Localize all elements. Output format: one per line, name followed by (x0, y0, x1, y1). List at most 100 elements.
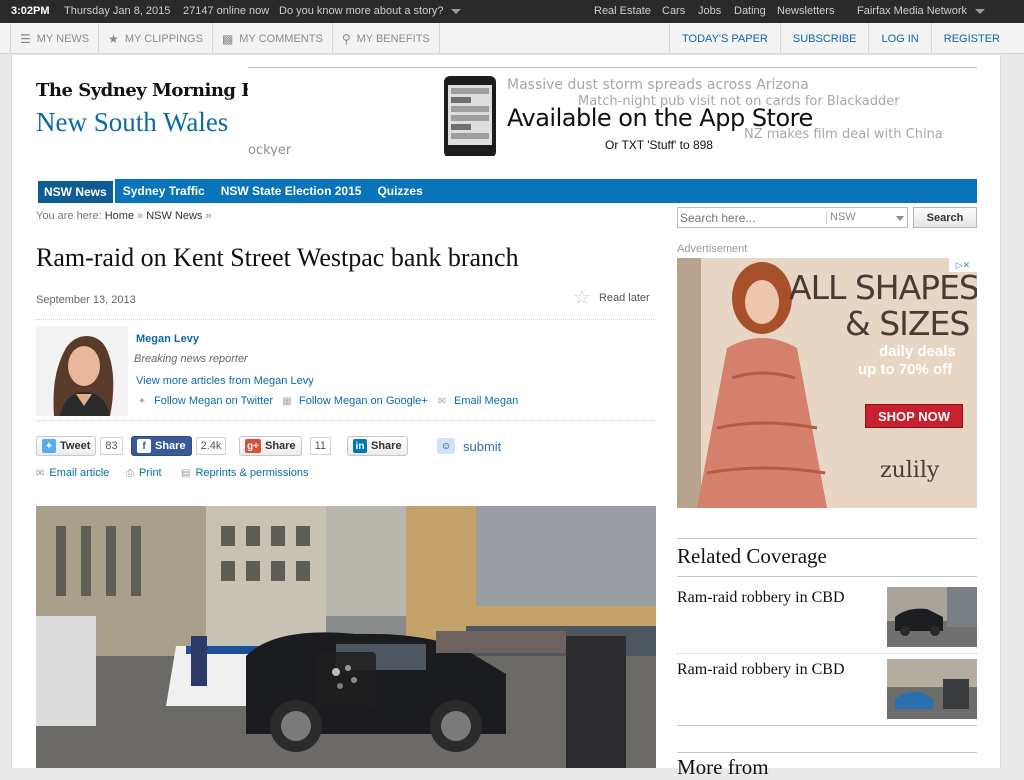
breadcrumb: You are here: Home» NSW News» (36, 210, 212, 222)
linkedin-icon: in (353, 439, 367, 453)
banner-ghost-text: ockyer (248, 143, 292, 156)
print-link[interactable]: ⎙ Print (126, 467, 162, 479)
linkedin-share: in Share (347, 436, 408, 456)
region-select[interactable]: NSW (830, 211, 856, 223)
divider (677, 725, 977, 726)
link-newsletters[interactable]: Newsletters (777, 5, 834, 17)
google-plus-count: 11 (309, 437, 331, 455)
facebook-share: f Share 2.4k (131, 436, 227, 456)
facebook-count: 2.4k (195, 437, 227, 455)
google-plus-icon: g+ (245, 439, 261, 453)
link-real-estate[interactable]: Real Estate (594, 5, 651, 17)
divider (36, 420, 656, 421)
ad-headline: ALL SHAPES (789, 268, 977, 307)
tab-nsw-state-election[interactable]: NSW State Election 2015 (213, 179, 370, 203)
link-jobs[interactable]: Jobs (698, 5, 721, 17)
facebook-share-button[interactable]: f Share (131, 436, 192, 456)
trophy-icon: ⚲ (341, 31, 351, 46)
nav-my-news[interactable]: ☰ MY NEWS (10, 23, 100, 54)
divider (36, 319, 656, 320)
print-icon: ⎙ (126, 467, 134, 479)
star-icon: ★ (108, 31, 119, 46)
related-coverage-title: Related Coverage (677, 544, 827, 568)
advertisement-label: Advertisement (677, 243, 748, 255)
twitter-icon: ✦ (42, 439, 56, 453)
reddit-submit[interactable]: ☺ submit (437, 436, 501, 456)
tab-quizzes[interactable]: Quizzes (369, 179, 430, 203)
shop-now-button[interactable]: SHOP NOW (865, 404, 963, 428)
google-plus-share: g+ Share 11 (239, 436, 331, 456)
follow-twitter-link[interactable]: ✦ Follow Megan on Twitter (136, 395, 273, 407)
search-box: NSW (677, 207, 908, 228)
top-bar: 3:02PM Thursday Jan 8, 2015 27147 online… (0, 0, 1024, 23)
tab-sydney-traffic[interactable]: Sydney Traffic (115, 179, 213, 203)
user-nav: ☰ MY NEWS ★ MY CLIPPINGS ▩ MY COMMENTS ⚲ MY … (0, 23, 1024, 54)
chevron-down-icon (975, 8, 986, 14)
chevron-down-icon[interactable] (896, 216, 904, 221)
tab-nsw-news[interactable]: NSW News (36, 179, 115, 203)
page-content: The Sydney Morning Herald New South Wale… (11, 55, 1001, 779)
nav-my-clippings[interactable]: ★ MY CLIPPINGS (99, 23, 213, 54)
zulily-ad[interactable]: ▷✕ ALL SHAPES & SIZES daily deals up to … (677, 258, 977, 508)
list-icon: ☰ (20, 31, 31, 46)
tweet-button[interactable]: ✦ Tweet (36, 436, 97, 456)
date: Thursday Jan 8, 2015 (64, 5, 171, 17)
google-plus-icon: ▦ (282, 395, 292, 407)
author-photo (36, 326, 128, 416)
ad-subline: up to 70% off (858, 361, 953, 378)
divider (677, 576, 977, 577)
google-plus-share-button[interactable]: g+ Share (239, 436, 302, 456)
search-input[interactable] (680, 210, 822, 225)
nav-my-benefits[interactable]: ⚲ MY BENEFITS (333, 23, 440, 54)
reprints-link[interactable]: ▤ Reprints & permissions (181, 467, 309, 479)
related-item-title[interactable]: Ram-raid robbery in CBD (677, 661, 845, 679)
phone-image (444, 76, 496, 156)
article-photo[interactable] (36, 506, 656, 768)
author-role: Breaking news reporter (134, 353, 248, 365)
related-item-thumbnail[interactable] (887, 659, 977, 719)
email-article-link[interactable]: ✉ Email article (36, 467, 109, 479)
subscribe-link[interactable]: SUBSCRIBE (779, 23, 869, 54)
ad-headline: & SIZES (845, 304, 970, 343)
section-nav: NSW News Sydney Traffic NSW State Electi… (36, 179, 977, 203)
document-icon: ▤ (181, 467, 191, 479)
link-cars[interactable]: Cars (662, 5, 685, 17)
related-item-thumbnail[interactable] (887, 587, 977, 647)
todays-paper-link[interactable]: TODAY'S PAPER (669, 23, 780, 54)
mail-icon: ✉ (437, 395, 447, 407)
follow-google-link[interactable]: ▦ Follow Megan on Google+ (281, 395, 427, 407)
register-link[interactable]: REGISTER (930, 23, 1012, 54)
star-icon: ☆ (573, 287, 591, 309)
log-in-link[interactable]: LOG IN (868, 23, 930, 54)
facebook-icon: f (137, 439, 151, 453)
email-author-link[interactable]: ✉ Email Megan (436, 395, 518, 407)
related-item-title[interactable]: Ram-raid robbery in CBD (677, 589, 845, 607)
ad-subline: daily deals (879, 343, 956, 360)
online-count: 27147 online now (183, 5, 270, 17)
nav-my-comments[interactable]: ▩ MY COMMENTS (213, 23, 333, 54)
search-button[interactable]: Search (913, 207, 977, 228)
chevron-down-icon (451, 8, 462, 14)
banner-headline: Available on the App Store (507, 104, 813, 132)
read-later-button[interactable]: ☆ Read later (573, 287, 650, 309)
breadcrumb-home[interactable]: Home (105, 210, 134, 222)
twitter-icon: ✦ (137, 395, 147, 407)
linkedin-share-button[interactable]: in Share (347, 436, 408, 456)
section-title[interactable]: New South Wales (36, 107, 228, 138)
tweet-share: ✦ Tweet 83 (36, 436, 123, 456)
divider (677, 538, 977, 539)
network-menu[interactable]: Fairfax Media Network (857, 5, 986, 17)
breadcrumb-nsw-news[interactable]: NSW News (146, 210, 202, 222)
banner-ghost-text: Massive dust storm spreads across Arizon… (507, 77, 809, 93)
tweet-count: 83 (100, 437, 123, 455)
comments-icon: ▩ (221, 31, 234, 46)
banner-sms: Or TXT 'Stuff' to 898 (605, 138, 713, 152)
author-name[interactable]: Megan Levy (136, 333, 199, 345)
story-prompt[interactable]: Do you know more about a story? (279, 5, 462, 17)
app-store-banner[interactable]: Massive dust storm spreads across Arizon… (248, 67, 977, 156)
author-more-link[interactable]: View more articles from Megan Levy (136, 375, 314, 387)
mail-icon: ✉ (36, 467, 45, 479)
ad-brand-logo: zulily (880, 458, 940, 483)
link-dating[interactable]: Dating (734, 5, 766, 17)
divider (677, 653, 977, 654)
